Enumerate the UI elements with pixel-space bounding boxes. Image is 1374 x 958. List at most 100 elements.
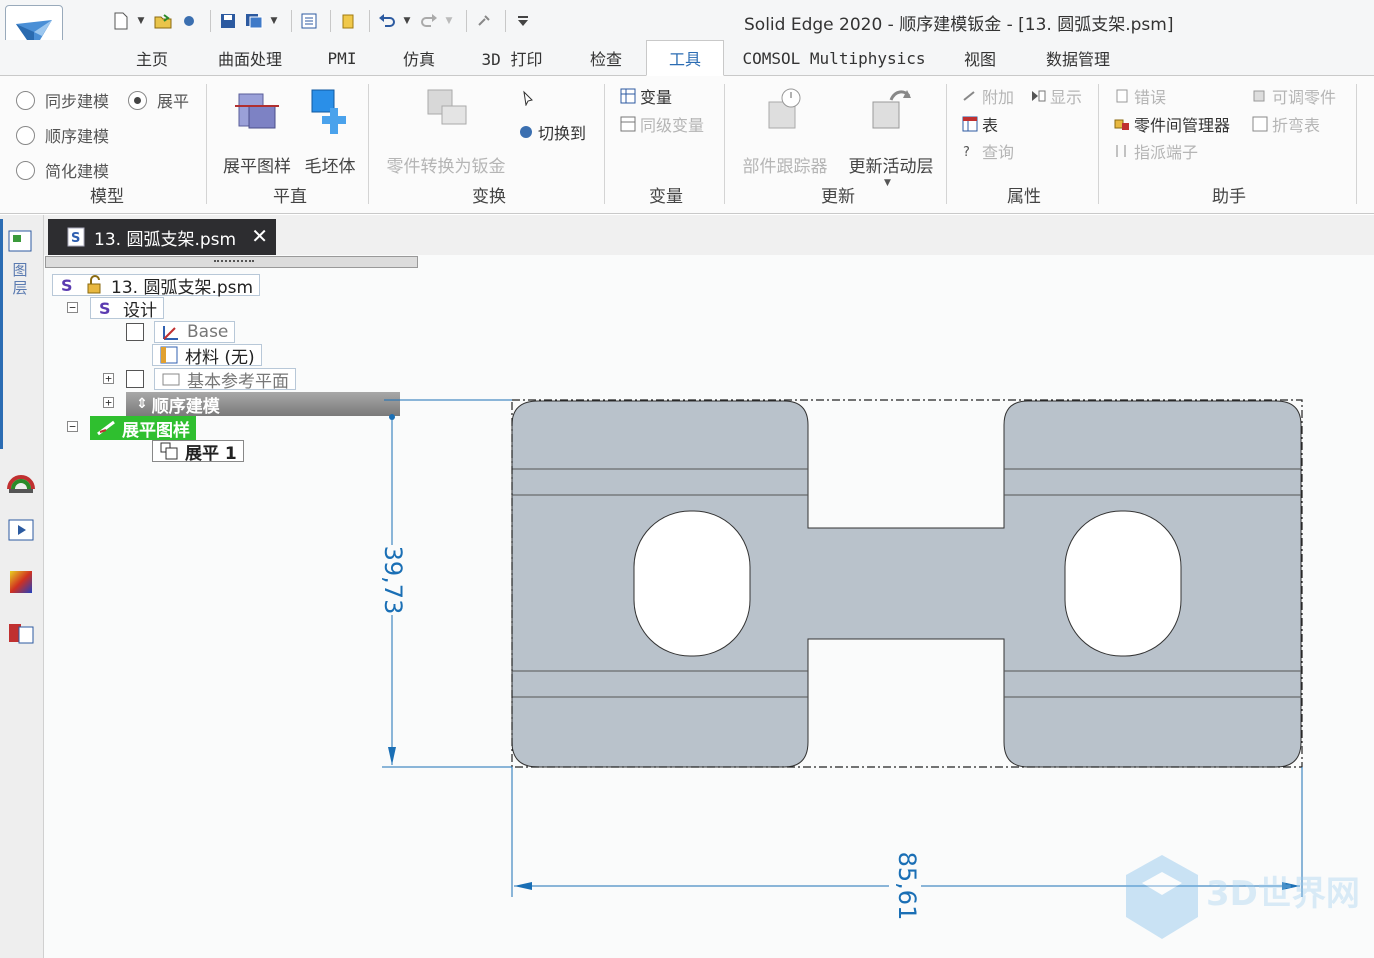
- sheetmetal-part[interactable]: [511, 400, 1302, 768]
- part-tracker-label: 部件跟踪器: [742, 157, 828, 177]
- blank-body-button[interactable]: 毛坯体: [300, 84, 360, 177]
- peer-variables-label: 同级变量: [640, 116, 705, 135]
- pointer-icon: [520, 90, 536, 107]
- adjustable-part-icon: [1252, 88, 1268, 104]
- tab-tools[interactable]: 工具: [646, 40, 724, 76]
- part-tracker-button[interactable]: 部件跟踪器: [738, 84, 832, 177]
- slot-hole-left[interactable]: [633, 510, 751, 657]
- tab-3d-print[interactable]: 3D 打印: [466, 40, 558, 76]
- tab-home[interactable]: 主页: [116, 40, 188, 76]
- undo-dropdown-icon[interactable]: ▼: [402, 10, 412, 32]
- left-tool-strip: 图层: [0, 215, 44, 958]
- dim-arrow: [514, 882, 532, 890]
- dim-arrow: [388, 747, 396, 765]
- dimension-height[interactable]: 39,73: [379, 546, 407, 615]
- snapshot-icon[interactable]: [178, 10, 200, 32]
- errors-button[interactable]: 错误: [1114, 84, 1166, 108]
- ordered-modeling-radio[interactable]: [16, 125, 35, 145]
- variables-button[interactable]: 变量: [620, 84, 672, 108]
- inter-part-manager-button[interactable]: 零件间管理器: [1114, 112, 1230, 136]
- document-tab[interactable]: S 13. 圆弧支架.psm ✕: [48, 219, 276, 255]
- flat-pattern-label: 展平图样: [223, 157, 291, 177]
- close-tab-icon[interactable]: ✕: [251, 224, 268, 248]
- tab-inspect[interactable]: 检查: [570, 40, 642, 76]
- transform-small-button[interactable]: [520, 90, 540, 107]
- dimension-width[interactable]: 85,61: [893, 852, 921, 921]
- title-bar: ▼ ▼ ▼ ▼ Solid Edge 2020 - 顺序建模钣金 - [13. …: [0, 0, 1374, 63]
- tab-data-management[interactable]: 数据管理: [1028, 40, 1128, 76]
- simplified-modeling-option[interactable]: 简化建模: [16, 158, 109, 182]
- group-label-assistant: 助手: [1212, 187, 1246, 207]
- variables-icon: [620, 88, 636, 104]
- ordered-modeling-label: 顺序建模: [45, 127, 110, 146]
- convert-to-sheetmetal-button[interactable]: 零件转换为钣金: [382, 84, 510, 177]
- redo-dropdown-icon[interactable]: ▼: [444, 10, 454, 32]
- feature-library-icon[interactable]: [6, 619, 36, 649]
- svg-text:?: ?: [963, 145, 970, 159]
- tab-comsol[interactable]: COMSOL Multiphysics: [736, 40, 932, 76]
- ordered-modeling-option[interactable]: 顺序建模: [16, 123, 109, 147]
- sync-modeling-radio[interactable]: [16, 90, 35, 110]
- tab-surfacing[interactable]: 曲面处理: [200, 40, 300, 76]
- convert-to-sheetmetal-icon: [422, 84, 470, 140]
- show-button[interactable]: 显示: [1030, 84, 1082, 108]
- dim-origin-dot: [389, 414, 395, 420]
- assign-ends-button[interactable]: 指派端子: [1114, 139, 1198, 163]
- table-label: 表: [982, 116, 999, 135]
- document-tab-label: 13. 圆弧支架.psm: [94, 229, 237, 250]
- blank-body-icon: [306, 84, 354, 140]
- table-button[interactable]: 表: [962, 112, 998, 136]
- color-manager-icon[interactable]: [6, 465, 36, 495]
- save-icon[interactable]: [217, 10, 239, 32]
- update-active-level-button[interactable]: 更新活动层: [842, 84, 940, 177]
- tab-pmi[interactable]: PMI: [312, 40, 372, 76]
- assign-ends-icon: [1114, 143, 1130, 159]
- query-label: 查询: [982, 143, 1015, 162]
- undo-icon[interactable]: [376, 10, 398, 32]
- folder-icon[interactable]: [337, 10, 359, 32]
- graphics-window[interactable]: S 13. 圆弧支架.psm − S 设计 Base 材料 (无) + 基本参考…: [44, 255, 1374, 958]
- tab-view[interactable]: 视图: [944, 40, 1016, 76]
- new-icon[interactable]: [110, 10, 132, 32]
- convert-to-sheetmetal-label: 零件转换为钣金: [386, 157, 506, 177]
- errors-label: 错误: [1134, 88, 1167, 107]
- flat-radio[interactable]: [128, 90, 147, 110]
- query-button[interactable]: ? 查询: [962, 139, 1014, 163]
- flat-label: 展平: [157, 92, 190, 111]
- inter-part-manager-label: 零件间管理器: [1134, 116, 1231, 135]
- pathfinder-icon[interactable]: [6, 227, 36, 257]
- watermark-text: 3D世界网: [1206, 874, 1360, 914]
- open-icon[interactable]: [152, 10, 174, 32]
- layers-label[interactable]: 图层: [10, 261, 30, 297]
- properties-icon[interactable]: [298, 10, 320, 32]
- heat-map-icon[interactable]: [6, 567, 36, 597]
- update-dropdown-icon[interactable]: ▼: [884, 178, 891, 188]
- group-separator: [724, 84, 725, 204]
- show-icon: [1030, 88, 1046, 104]
- save-dropdown-icon[interactable]: ▼: [269, 10, 279, 32]
- flat-option[interactable]: 展平: [128, 88, 189, 112]
- separator: [505, 10, 506, 32]
- variables-label: 变量: [640, 88, 673, 107]
- adjustable-part-button[interactable]: 可调零件: [1252, 84, 1336, 108]
- table-icon: [962, 116, 978, 132]
- flat-pattern-button[interactable]: 展平图样: [220, 84, 294, 177]
- switch-to-button[interactable]: 切换到: [518, 120, 586, 144]
- misc-icon[interactable]: [473, 10, 495, 32]
- redo-icon[interactable]: [418, 10, 440, 32]
- slot-hole-right[interactable]: [1064, 510, 1182, 657]
- save-all-icon[interactable]: [243, 10, 265, 32]
- peer-variables-button[interactable]: 同级变量: [620, 112, 704, 136]
- simplified-modeling-radio[interactable]: [16, 160, 35, 180]
- new-dropdown-icon[interactable]: ▼: [136, 10, 146, 32]
- attach-button[interactable]: 附加: [962, 84, 1014, 108]
- bend-table-button[interactable]: 折弯表: [1252, 112, 1320, 136]
- group-label-variables: 变量: [649, 187, 683, 207]
- group-separator: [1356, 84, 1357, 204]
- tab-simulation[interactable]: 仿真: [384, 40, 454, 76]
- customize-icon[interactable]: [512, 10, 534, 32]
- assign-ends-label: 指派端子: [1134, 143, 1199, 162]
- playback-icon[interactable]: [6, 515, 36, 545]
- sync-modeling-option[interactable]: 同步建模: [16, 88, 109, 112]
- attach-icon: [962, 88, 978, 104]
